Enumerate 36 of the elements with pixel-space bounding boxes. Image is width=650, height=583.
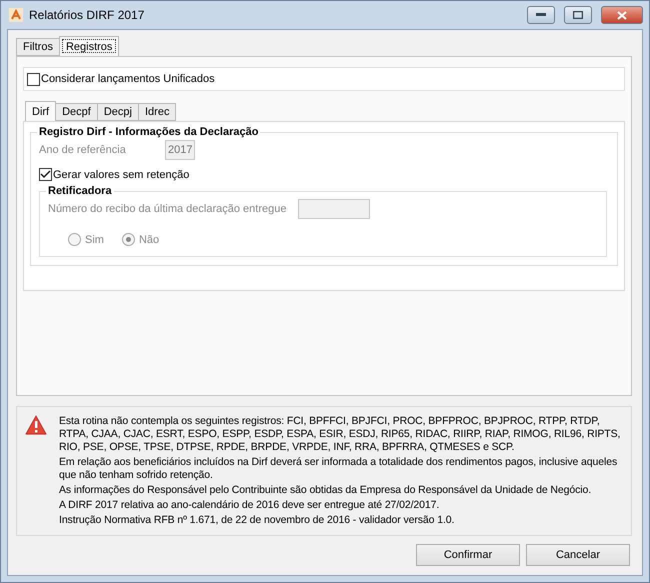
tab[interactable]: Decpf (55, 103, 98, 121)
close-button[interactable] (601, 6, 643, 24)
radio-button[interactable] (68, 233, 81, 246)
tab[interactable]: Idrec (138, 103, 176, 121)
notice-text: A DIRF 2017 relativa ao ano-calendário de 2016 deve ser entregue até 27/02/2017. (59, 499, 440, 512)
notice-text: Esta rotina não contempla os seguintes registros: FCI, BPFFCI, BPJFCI, PROC, BPFPROC, BPJPROC, RTPP, RTDP, RTPA, CJAA, CJAC, ESRT, ESPO, ESPP, ESDP, ESPA, ESIR, ESDJ, RIP65, RIDAC, RIIRP, RIAP, RIMOG, RIL96, RIPTS, RIO, PSE, OPSE, TPSE, DTPSE, RPDE, BRPDE, VRPDE, INF, RRA, BPFRRA, QTMESES e SCP. (59, 415, 622, 454)
warning-icon (25, 415, 47, 435)
year-field[interactable]: 2017 (165, 140, 196, 160)
notice-text: As informações do Responsável pelo Contribuinte são obtidas da Empresa do Responsável da Unidade de Negócio. (59, 484, 592, 497)
tab[interactable]: Filtros (16, 38, 60, 56)
field-label: Número do recibo da última declaração entregue (48, 203, 286, 215)
radio-label: Sim (85, 234, 104, 246)
confirm-button[interactable]: Confirmar (416, 544, 520, 566)
close-icon (617, 10, 627, 20)
tab[interactable]: Dirf (25, 101, 56, 121)
receipt-field[interactable] (298, 199, 370, 219)
tab[interactable]: Registros (58, 36, 120, 56)
field-label: Ano de referência (39, 144, 127, 156)
radio-label: Não (138, 234, 160, 246)
notice-text: Em relação aos beneficiários incluídos na Dirf deverá ser informada a totalidade dos rendimentos pagos, inclusive aqueles que não tenham sofrido retenção. (59, 456, 618, 482)
group-title: Retificadora (47, 185, 113, 197)
checkbox-label: Considerar lançamentos Unificados (41, 73, 215, 85)
checkbox[interactable] (27, 72, 40, 86)
tab[interactable]: Decpj (96, 103, 139, 121)
maximize-button[interactable] (564, 6, 592, 24)
group-title: Registro Dirf - Informações da Declaração (38, 126, 260, 138)
maximize-icon (573, 11, 583, 19)
window-title: Relatórios DIRF 2017 (29, 8, 146, 22)
app-logo-icon (9, 8, 23, 22)
notice-text: Instrução Normativa RFB nº 1.671, de 22 de novembro de 2016 - validador versão 1.0. (59, 514, 456, 527)
cancel-button[interactable]: Cancelar (526, 544, 630, 566)
minimize-icon (536, 13, 546, 17)
minimize-button[interactable] (527, 6, 555, 24)
checkbox[interactable] (39, 168, 52, 181)
radio-button[interactable] (122, 233, 135, 246)
checkbox-label: Gerar valores sem retenção (53, 168, 190, 180)
